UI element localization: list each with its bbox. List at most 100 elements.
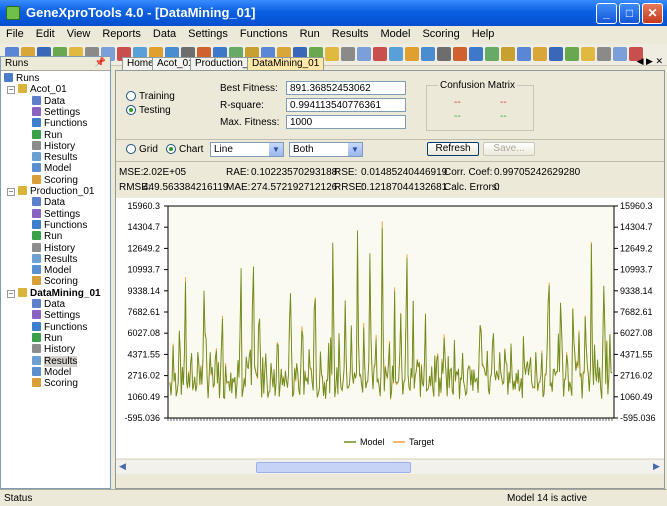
tree-label: History xyxy=(44,242,76,254)
minimize-button[interactable]: _ xyxy=(596,3,617,24)
save-button[interactable]: Save... xyxy=(483,142,535,156)
chart-type-select[interactable]: Line ▼ xyxy=(210,142,284,157)
menu-settings[interactable]: Settings xyxy=(182,26,234,42)
close-button[interactable]: ✕ xyxy=(642,3,663,24)
document-tabs: ◀ ▶ ✕ Home Acot_01 Production_01 DataMining… xyxy=(112,56,667,70)
tree-label: Data xyxy=(44,299,66,310)
tree-run[interactable]: Run xyxy=(32,332,62,344)
tree-model[interactable]: Model xyxy=(32,366,71,378)
testing-radio[interactable]: Testing xyxy=(126,105,171,116)
menu-functions[interactable]: Functions xyxy=(234,26,294,42)
tree-label: History xyxy=(44,344,76,356)
best-fitness-value: 891.36852453062 xyxy=(286,81,406,95)
maximize-button[interactable]: □ xyxy=(619,3,640,24)
grid-radio[interactable]: Grid xyxy=(126,144,158,155)
tree-model[interactable]: Model xyxy=(32,265,71,276)
tree-run-acot_01[interactable]: Acot_01 xyxy=(18,84,67,95)
tree-label: Run xyxy=(44,129,63,141)
tree-settings[interactable]: Settings xyxy=(32,208,80,220)
menu-reports[interactable]: Reports xyxy=(96,26,147,42)
menu-edit[interactable]: Edit xyxy=(30,26,61,42)
tree-label: Results xyxy=(44,253,78,265)
tree-history[interactable]: History xyxy=(32,140,75,152)
tree-functions[interactable]: Functions xyxy=(32,321,87,333)
tab-datamining-01[interactable]: DataMining_01 xyxy=(247,57,325,70)
tree-run-datamining_01[interactable]: DataMining_01 xyxy=(18,287,101,299)
training-label: Training xyxy=(139,91,175,102)
run-acot_01-icon xyxy=(18,84,27,94)
tree-settings[interactable]: Settings xyxy=(32,106,80,118)
tree-label: Scoring xyxy=(44,378,78,390)
menu-scoring[interactable]: Scoring xyxy=(416,26,465,42)
tree-scoring[interactable]: Scoring xyxy=(32,174,78,186)
rse-label: RSE: xyxy=(334,167,358,178)
active-model-text: Model 14 is active xyxy=(507,493,588,504)
menu-model[interactable]: Model xyxy=(374,26,416,42)
settings-icon xyxy=(32,310,41,320)
settings-icon xyxy=(32,106,41,116)
tree-results[interactable]: Results xyxy=(32,355,78,367)
chevron-down-icon: ▼ xyxy=(348,143,362,156)
tree-scoring[interactable]: Scoring xyxy=(32,276,78,287)
menu-view[interactable]: View xyxy=(61,26,97,42)
root-runs-icon xyxy=(4,73,13,82)
y-tick-label-left: 10993.7 xyxy=(127,265,160,275)
tree-results[interactable]: Results xyxy=(32,152,77,163)
calc-errors-label: Calc. Errors: xyxy=(444,182,500,193)
run-icon xyxy=(32,231,41,241)
menu-help[interactable]: Help xyxy=(466,26,501,42)
cm-cell-2: -- xyxy=(500,97,507,108)
y-tick-label-right: 2716.02 xyxy=(620,371,653,381)
runs-panel-title: Runs xyxy=(5,58,29,69)
tree-history[interactable]: History xyxy=(32,344,75,355)
menu-run[interactable]: Run xyxy=(294,26,326,42)
collapse-icon[interactable]: − xyxy=(7,289,15,298)
tree-scoring[interactable]: Scoring xyxy=(32,378,78,389)
collapse-icon[interactable]: − xyxy=(7,86,15,95)
menu-data[interactable]: Data xyxy=(147,26,182,42)
menu-results[interactable]: Results xyxy=(326,26,375,42)
tree-run-production_01[interactable]: Production_01 xyxy=(18,186,95,197)
scroll-left-icon[interactable]: ◀ xyxy=(119,461,126,472)
cm-cell-1: -- xyxy=(454,97,461,108)
tree-data[interactable]: Data xyxy=(32,95,65,107)
corr-label: Corr. Coef: xyxy=(444,167,493,178)
divider xyxy=(116,161,664,162)
training-radio[interactable]: Training xyxy=(126,91,175,102)
chart-radio[interactable]: Chart xyxy=(166,144,203,155)
tree-results[interactable]: Results xyxy=(32,253,78,265)
tree-root-runs[interactable]: Runs xyxy=(4,73,39,84)
scroll-right-icon[interactable]: ▶ xyxy=(653,461,660,472)
tab-nav-icons[interactable]: ◀ ▶ ✕ xyxy=(637,56,663,67)
chart-type-value: Line xyxy=(214,144,233,155)
tree-functions[interactable]: Functions xyxy=(32,118,87,129)
collapse-icon[interactable]: − xyxy=(7,188,15,196)
tree-data[interactable]: Data xyxy=(32,299,65,310)
legend-target-label: Target xyxy=(409,437,435,447)
tree-model[interactable]: Model xyxy=(32,163,71,174)
tree-run[interactable]: Run xyxy=(32,231,62,242)
window-title: GeneXproTools 4.0 - [DataMining_01] xyxy=(26,5,256,20)
tree-settings[interactable]: Settings xyxy=(32,310,80,321)
calc-errors-value: 0 xyxy=(494,182,500,193)
chevron-down-icon: ▼ xyxy=(269,143,283,156)
tree-functions[interactable]: Functions xyxy=(32,219,88,231)
mae-value: 274.572192712126 xyxy=(251,182,338,193)
confusion-matrix-box xyxy=(426,85,534,131)
y-tick-label-right: 10993.7 xyxy=(620,265,653,275)
tree-history[interactable]: History xyxy=(32,242,76,254)
series-select[interactable]: Both ▼ xyxy=(289,142,363,157)
results-panel: Training Testing Best Fitness: 891.36852… xyxy=(115,70,665,489)
pin-icon[interactable]: 📌 xyxy=(95,57,106,68)
tree-label: Functions xyxy=(44,219,88,231)
functions-icon xyxy=(32,118,41,128)
scroll-thumb[interactable] xyxy=(256,462,411,473)
cm-cell-4: -- xyxy=(500,111,507,122)
tree-data[interactable]: Data xyxy=(32,197,65,208)
history-icon xyxy=(32,344,41,354)
y-tick-label-left: 4371.55 xyxy=(127,349,160,359)
tree-run[interactable]: Run xyxy=(32,129,63,141)
menu-file[interactable]: File xyxy=(0,26,30,42)
horizontal-scrollbar[interactable]: ◀ ▶ xyxy=(116,459,664,474)
refresh-button[interactable]: Refresh xyxy=(427,142,479,156)
